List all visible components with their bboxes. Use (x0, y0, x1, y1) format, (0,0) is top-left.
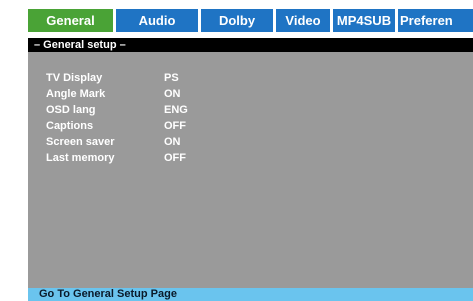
setting-row-osd-lang[interactable]: OSD lang ENG (28, 102, 473, 118)
tab-general[interactable]: General (28, 9, 113, 32)
tab-mp4sub[interactable]: MP4SUB (333, 9, 395, 32)
setting-label: TV Display (46, 72, 103, 84)
setting-label: Last memory (46, 152, 115, 164)
tab-audio[interactable]: Audio (116, 9, 198, 32)
setting-value: PS (164, 72, 179, 84)
setting-label: Screen saver (46, 136, 115, 148)
setting-value: OFF (164, 152, 186, 164)
setting-value: ON (164, 88, 181, 100)
setting-value: OFF (164, 120, 186, 132)
setting-label: OSD lang (46, 104, 96, 116)
tab-bar: General Audio Dolby Video MP4SUB Prefere… (28, 9, 473, 32)
tab-video[interactable]: Video (276, 9, 330, 32)
setting-row-captions[interactable]: Captions OFF (28, 118, 473, 134)
setting-row-tv-display[interactable]: TV Display PS (28, 70, 473, 86)
setting-value: ON (164, 136, 181, 148)
setting-row-angle-mark[interactable]: Angle Mark ON (28, 86, 473, 102)
general-setup-panel: – General setup – TV Display PS Angle Ma… (28, 38, 473, 264)
panel-lower-area (28, 264, 473, 288)
panel-title: – General setup – (28, 38, 473, 52)
setting-label: Angle Mark (46, 88, 106, 100)
setting-value: ENG (164, 104, 188, 116)
status-bar: Go To General Setup Page (28, 288, 473, 301)
tab-dolby[interactable]: Dolby (201, 9, 273, 32)
setting-label: Captions (46, 120, 94, 132)
setting-row-screen-saver[interactable]: Screen saver ON (28, 134, 473, 150)
tab-preferences[interactable]: Preferen (398, 9, 473, 32)
setting-row-last-memory[interactable]: Last memory OFF (28, 150, 473, 166)
